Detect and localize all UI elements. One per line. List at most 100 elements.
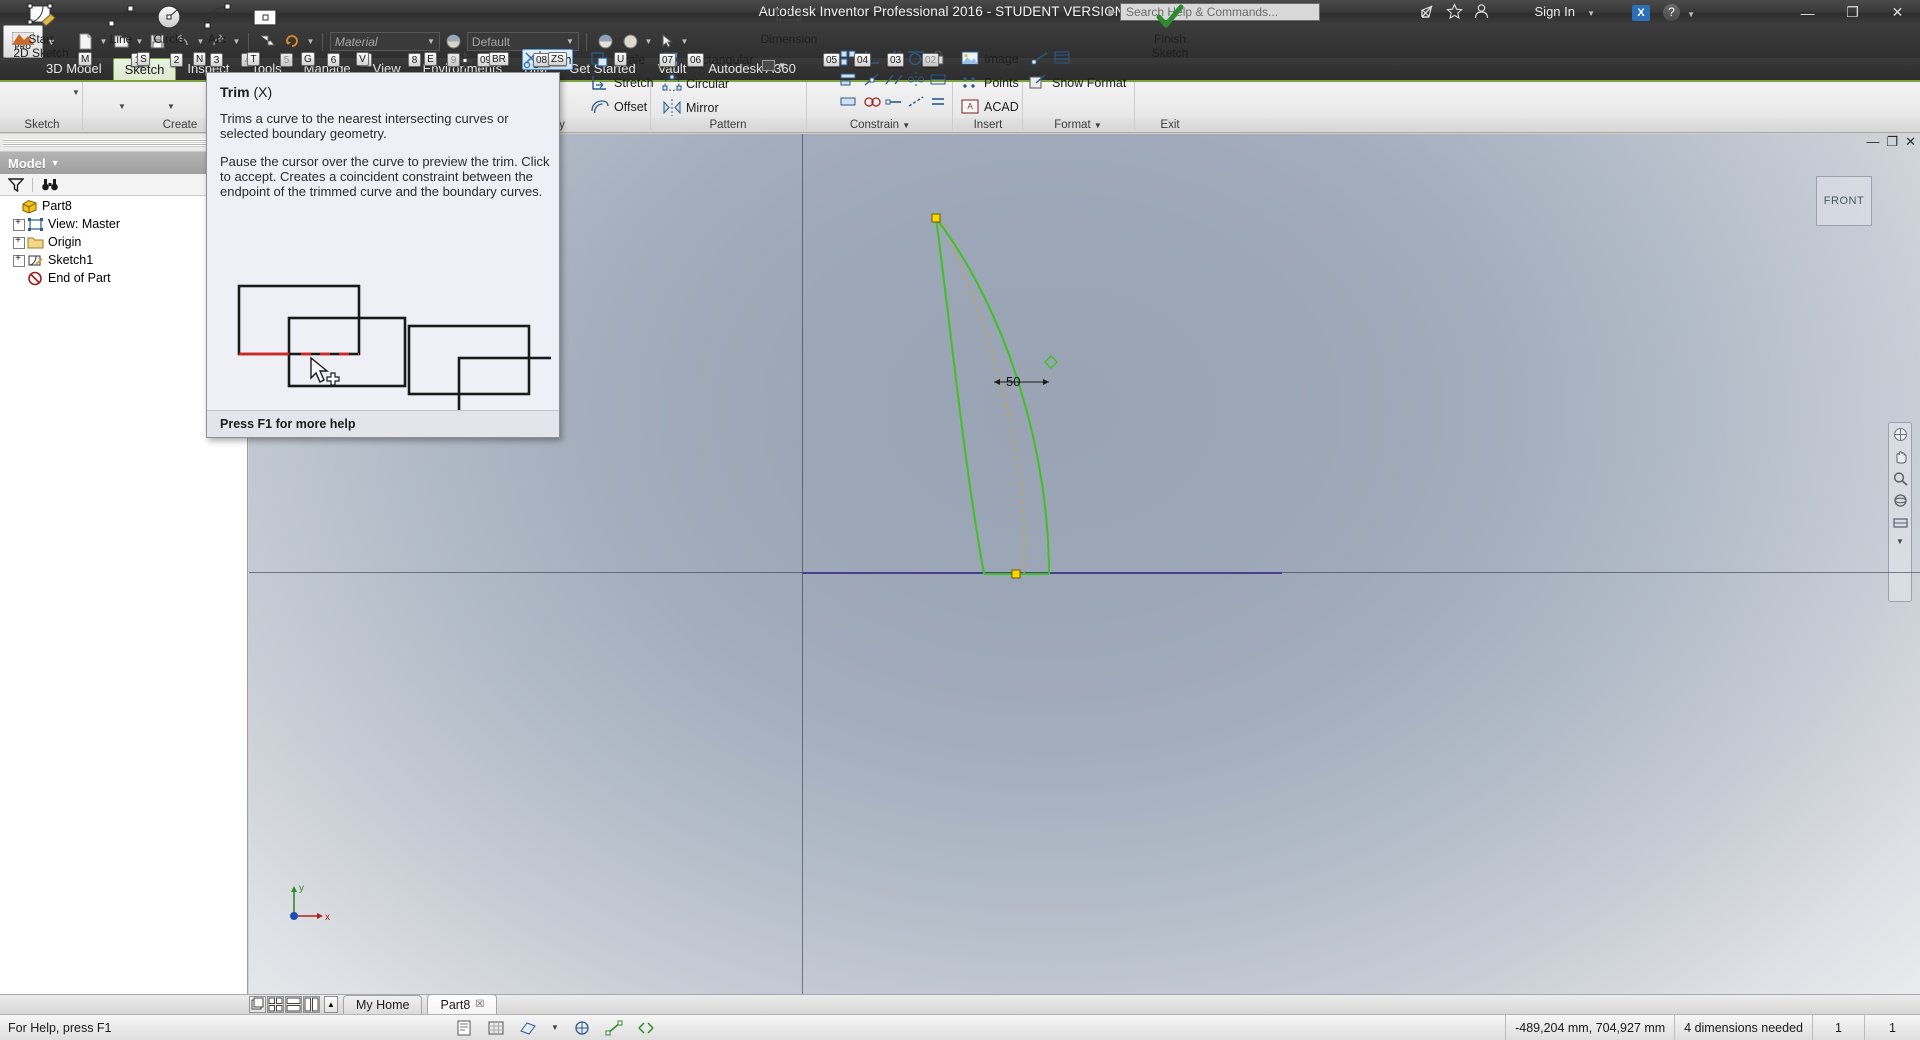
doc-tab-part8[interactable]: Part8 ☒ [427,994,498,1014]
dimension-value-label[interactable]: 50 [1006,374,1020,389]
doc-tab-close-icon[interactable]: ☒ [475,999,484,1010]
dof-icon[interactable] [573,1020,591,1036]
four-viewport-button[interactable] [267,996,284,1013]
show-format-icon [1028,73,1048,92]
keytip-05: 05 [823,53,841,67]
status-help-text: For Help, press F1 [8,1020,112,1035]
tree-expander [6,200,19,213]
horizontal-split-button[interactable] [285,996,302,1013]
user-icon[interactable] [1473,3,1490,20]
stretch-button[interactable]: Stretch [590,72,654,93]
sketch-plane-icon[interactable] [519,1020,537,1036]
graphics-close-button[interactable]: ✕ [1905,135,1916,148]
keytip-tab-environments: E [424,52,437,66]
star-icon[interactable] [1446,3,1463,20]
ribbon-display-options[interactable]: ▼ [762,60,786,71]
start-2d-sketch-button[interactable]: Start 2D Sketch [10,2,72,60]
vertical-split-button[interactable] [303,996,320,1013]
document-settings-icon[interactable] [455,1020,473,1036]
status-dimensions-needed: 4 dimensions needed [1674,1014,1812,1040]
graphics-window-buttons: — ❐ ✕ [1866,135,1916,148]
dimension-icon: d [772,2,806,32]
tree-expander[interactable] [12,234,25,249]
image-icon [960,49,980,68]
points-button[interactable]: Points [960,72,1019,93]
grid-snap-icon[interactable] [487,1020,505,1036]
horizontal-constraint-icon[interactable] [884,92,904,111]
axis-x-label: x [325,912,330,922]
appearance-clear-caret-icon[interactable]: ▼ [644,37,653,46]
update-icon[interactable] [281,30,304,53]
equal-sign-icon[interactable] [928,92,948,111]
panel-title-format: Format ▼ [1054,119,1102,131]
finish-sketch-label-2: Sketch [1151,46,1189,60]
tab-3d-model[interactable]: 3D Model [35,58,113,80]
panel-separator-8 [1134,82,1135,130]
doc-tab-my-home[interactable]: My Home [343,995,423,1014]
filter-icon[interactable] [8,177,24,192]
help-icon[interactable]: ? [1663,4,1680,21]
titlebar-icons [1419,3,1490,20]
tree-expander[interactable] [12,252,25,267]
panel-separator-7 [1022,82,1023,130]
graphics-restore-button[interactable]: ❐ [1886,135,1898,148]
line-caret-icon[interactable]: ▼ [118,102,126,111]
equal-constraint-icon[interactable] [862,92,882,111]
relax-mode-icon[interactable] [637,1020,655,1036]
circular-pattern-label: Circular [686,76,730,91]
start-2d-sketch-caret-icon[interactable]: ▼ [72,88,80,97]
finish-sketch-button[interactable]: Finish Sketch [1140,2,1200,60]
browser-title-caret-icon[interactable]: ▼ [51,158,60,168]
help-caret-icon[interactable]: ▼ [1687,10,1695,19]
tab-scroll-up-button[interactable]: ▲ [324,996,338,1013]
binoculars-icon[interactable] [41,177,59,192]
constraint-icon-11[interactable] [838,92,858,111]
close-button[interactable]: ✕ [1875,0,1920,25]
sign-in-caret-icon[interactable]: ▼ [1587,9,1595,18]
select-caret-icon[interactable]: ▼ [680,37,689,46]
constraint-icon-6[interactable] [838,70,858,89]
coincident-constraint-icon[interactable] [862,70,882,89]
sign-in-button[interactable]: Sign In [1535,4,1575,19]
autodesk-exchange-icon[interactable]: X [1632,5,1650,21]
search-dropdown-icon[interactable]: ▶ [1108,7,1116,18]
material-caret-icon[interactable]: ▼ [427,37,435,46]
stretch-icon [590,73,610,92]
dimension-button[interactable]: d Dimension [752,2,826,46]
keytip-03: 03 [887,53,905,67]
show-constraints-icon[interactable] [928,70,948,89]
panel-title-exit: Exit [1160,119,1180,131]
return-icon[interactable] [256,30,279,53]
sketch-plane-caret-icon[interactable]: ▼ [551,1023,559,1032]
show-format-button[interactable]: Show Format [1028,72,1126,93]
material-combo[interactable]: Material ▼ [329,32,440,51]
maximize-button[interactable]: ❐ [1830,0,1875,25]
satellite-dish-icon[interactable] [1419,3,1436,20]
qat-separator-3 [585,32,587,51]
collinear-constraint-icon[interactable] [884,70,904,89]
graphics-minimize-button[interactable]: — [1866,135,1879,148]
ribbon-display-caret-icon[interactable]: ▼ [778,61,786,70]
image-button[interactable]: Image [960,48,1019,69]
rectangle-button[interactable] [234,2,296,32]
symmetric-constraint-icon[interactable] [906,70,926,89]
construction-line-icon[interactable] [906,92,926,111]
constraint-status-icon[interactable] [605,1020,623,1036]
appearance-caret-icon[interactable]: ▼ [566,37,574,46]
status-bar: For Help, press F1 ▼ -489,204 mm, 704,92… [0,1014,1920,1040]
format-style-icon-1[interactable] [1030,48,1050,67]
mirror-button[interactable]: Mirror [662,97,719,118]
acad-button[interactable]: A ACAD [960,96,1019,117]
circular-pattern-button[interactable]: Circular [662,73,729,94]
circle-caret-icon[interactable]: ▼ [167,102,175,111]
tree-expander [12,272,25,285]
single-viewport-button[interactable] [249,996,266,1013]
svg-text:A: A [967,102,973,111]
update-caret-icon[interactable]: ▼ [306,37,315,46]
tree-expander[interactable] [12,216,25,231]
trim-tooltip: Trim (X) Trims a curve to the nearest in… [206,72,560,438]
folder-icon [27,235,44,250]
offset-button[interactable]: Offset [590,96,647,117]
format-style-icon-2[interactable] [1052,48,1072,67]
minimize-button[interactable]: — [1785,0,1830,25]
